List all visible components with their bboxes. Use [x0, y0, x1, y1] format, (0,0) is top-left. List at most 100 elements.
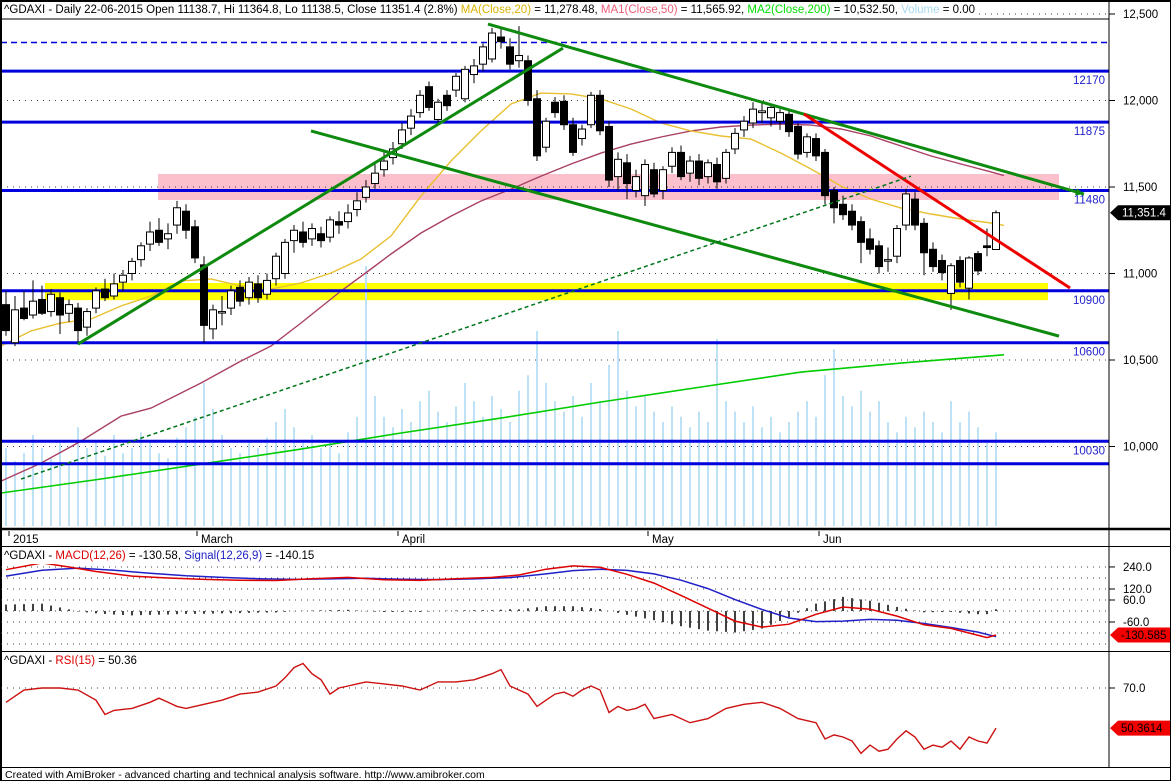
- candle-up: [344, 212, 352, 223]
- candle-up: [308, 228, 316, 240]
- macd-axis-label: -60.0: [1123, 617, 1149, 629]
- price-axis-label: 10,500: [1123, 355, 1158, 367]
- volume-bar: [824, 375, 826, 526]
- volume-bar: [104, 455, 106, 526]
- upper-channel-line: [487, 22, 1085, 196]
- candle-up: [326, 219, 334, 238]
- volume-bar: [743, 422, 745, 526]
- candle-down: [182, 210, 190, 231]
- title-segment: MA(Close,20): [460, 4, 532, 16]
- volume-bar: [536, 331, 538, 526]
- macd-axis-label: 240.0: [1123, 562, 1152, 574]
- rsi-panel-title: ^GDAXI - RSI(15) = 50.36: [2, 653, 140, 669]
- candle-down: [497, 36, 505, 43]
- candle-up: [614, 158, 622, 178]
- candle-down: [335, 221, 343, 226]
- volume-bar: [716, 338, 718, 526]
- month-label[interactable]: 2015: [13, 534, 39, 546]
- candle-up: [488, 32, 496, 60]
- price-axis-label: 12,500: [1123, 9, 1158, 21]
- candle-up: [290, 229, 298, 242]
- candle-down: [506, 46, 514, 65]
- support-resistance-label: 10600: [1073, 347, 1105, 359]
- title-segment: ^GDAXI -: [4, 550, 56, 562]
- candle-up: [407, 115, 415, 129]
- candle-up: [173, 207, 181, 226]
- volume-bar: [986, 442, 988, 526]
- candle-up: [470, 65, 478, 76]
- candle-up: [362, 186, 370, 198]
- volume-bar: [923, 411, 925, 526]
- title-segment: ^GDAXI - Daily 22-06-2015 Open 11138.7, …: [4, 4, 461, 16]
- candle-up: [209, 309, 217, 330]
- candle-down: [443, 94, 451, 107]
- candle-up: [722, 151, 730, 179]
- candle-down: [200, 264, 208, 326]
- month-label[interactable]: Jun: [823, 534, 842, 546]
- support-resistance-label: 12170: [1073, 75, 1105, 87]
- title-segment: MA1(Close,50): [600, 4, 678, 16]
- price-axis-label: 11,500: [1123, 182, 1157, 194]
- candle-down: [254, 283, 262, 299]
- volume-bar: [311, 435, 313, 526]
- volume-bar: [212, 409, 214, 526]
- candle-up: [749, 108, 757, 124]
- candle-down: [533, 98, 541, 157]
- title-segment: = 11,565.92,: [677, 4, 748, 16]
- volume-bar: [86, 448, 88, 526]
- candle-down: [623, 162, 631, 185]
- volume-bar: [869, 411, 871, 526]
- volume-bar: [896, 432, 898, 526]
- candle-up: [416, 94, 424, 114]
- candle-down: [56, 297, 64, 316]
- volume-bar: [5, 448, 7, 526]
- candle-up: [704, 162, 712, 178]
- volume-bar: [932, 422, 934, 526]
- volume-bar: [905, 416, 907, 526]
- support-resistance-label: 10900: [1073, 295, 1105, 307]
- volume-bar: [401, 409, 403, 526]
- candle-up: [965, 257, 973, 289]
- candle-up: [434, 101, 442, 121]
- rsi-value-tag-label: 50.3614: [1121, 723, 1163, 735]
- candle-up: [632, 176, 640, 191]
- candle-down: [794, 125, 802, 155]
- candle-up: [65, 304, 73, 314]
- candle-down: [551, 101, 559, 114]
- volume-bar: [347, 432, 349, 526]
- macd-value-tag-label: -130.585: [1121, 630, 1166, 642]
- candle-down: [74, 307, 82, 332]
- candle-down: [920, 222, 928, 254]
- volume-bar: [851, 406, 853, 526]
- month-label[interactable]: May: [652, 534, 674, 546]
- candle-down: [956, 260, 964, 283]
- candle-up: [137, 245, 145, 261]
- title-segment: MA2(Close,200): [747, 4, 831, 16]
- candle-down: [2, 304, 10, 332]
- candle-up: [776, 112, 784, 122]
- volume-bar: [329, 440, 331, 526]
- candle-down: [848, 210, 856, 226]
- volume-bar: [572, 396, 574, 526]
- chart-canvas[interactable]: 12,500 12,000 11,500 11,000 10,500 10,000 1217…: [1, 1, 1171, 781]
- volume-bar: [266, 437, 268, 526]
- candle-up: [515, 55, 523, 62]
- candle-up: [272, 255, 280, 280]
- candle-up: [110, 283, 118, 297]
- candle-down: [929, 248, 937, 268]
- candle-down: [569, 124, 577, 153]
- volume-bar: [221, 435, 223, 526]
- month-label[interactable]: March: [201, 534, 233, 546]
- candle-down: [236, 286, 244, 302]
- volume-bar: [653, 411, 655, 526]
- volume-bar: [356, 416, 358, 526]
- month-label[interactable]: April: [402, 534, 425, 546]
- candle-up: [659, 169, 667, 191]
- candle-up: [47, 293, 55, 313]
- rsi-axis-label: 70.0: [1123, 683, 1145, 695]
- candle-up: [245, 281, 253, 299]
- candle-down: [812, 138, 820, 157]
- volume-bar: [302, 442, 304, 526]
- volume-bar: [491, 396, 493, 526]
- candle-up: [11, 309, 19, 344]
